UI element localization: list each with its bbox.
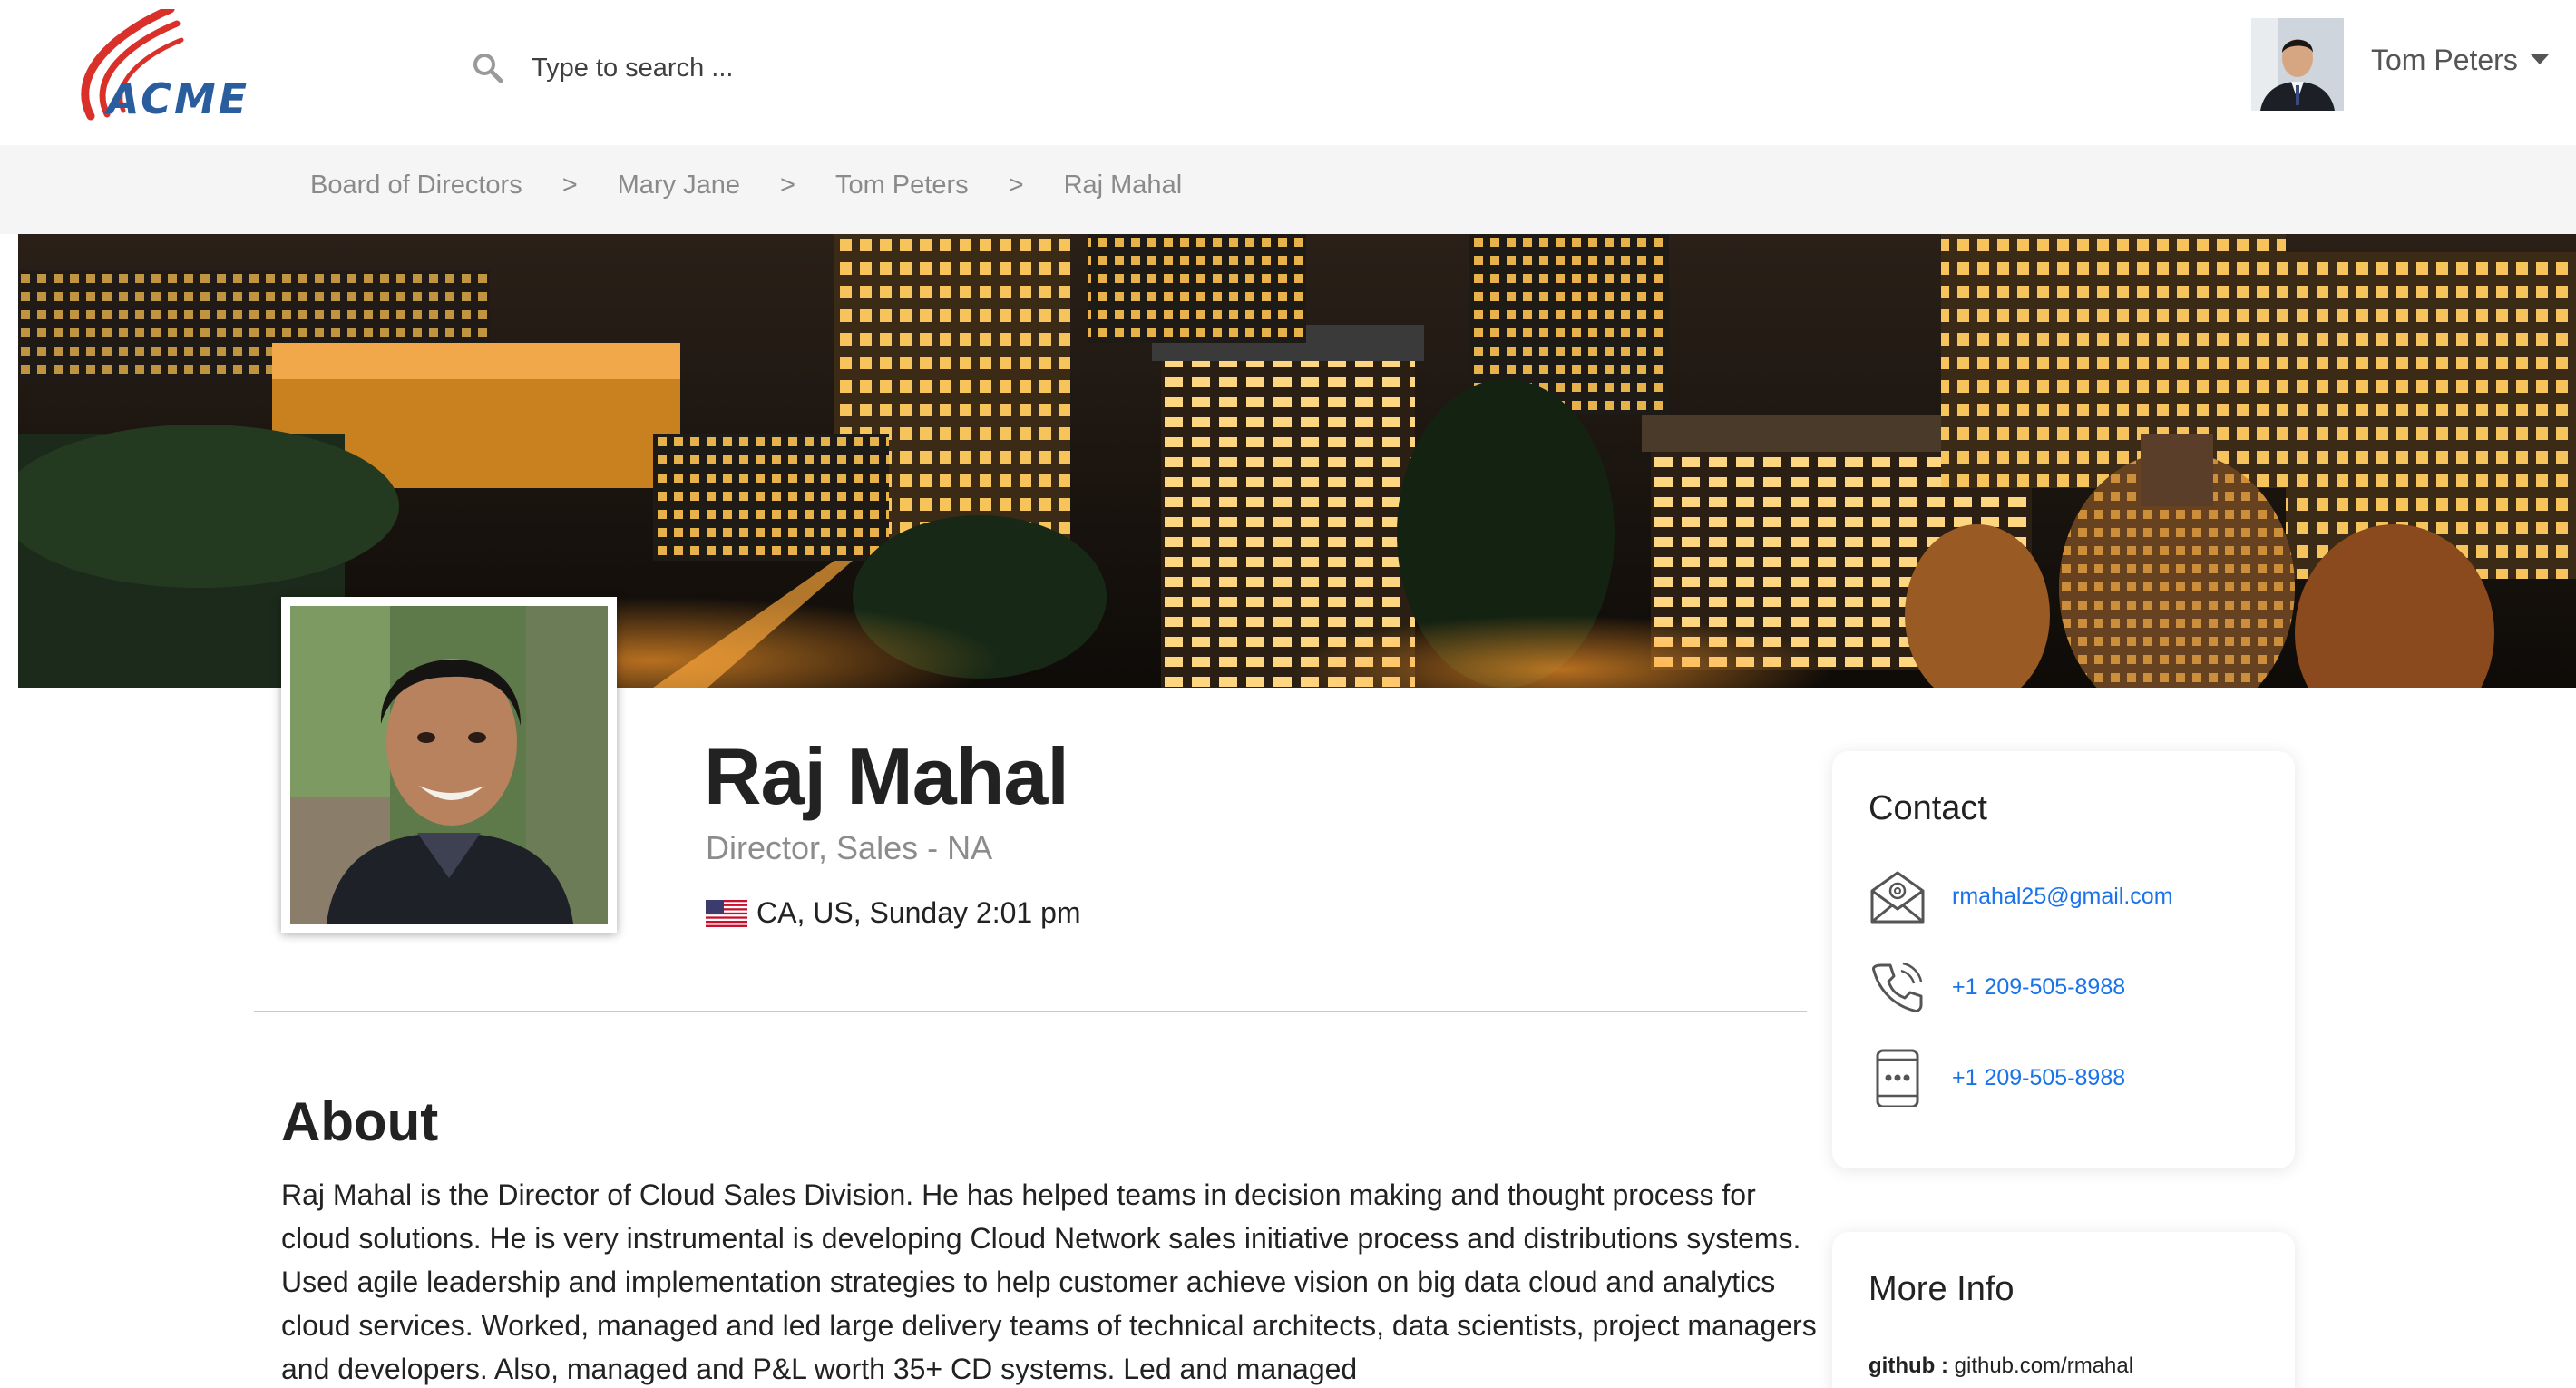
profile-photo[interactable] bbox=[281, 597, 617, 933]
more-info-title: More Info bbox=[1869, 1270, 2015, 1308]
github-value[interactable]: github.com/rmahal bbox=[1955, 1354, 2133, 1378]
breadcrumb-item-current[interactable]: Raj Mahal bbox=[1064, 171, 1183, 200]
phone-link[interactable]: +1 209-505-8988 bbox=[1952, 974, 2125, 1001]
contact-card: Contact rmahal25@gmail.com +1 209-505-89… bbox=[1832, 751, 2295, 1168]
profile-portrait bbox=[290, 606, 608, 924]
profile-location-text: CA, US, Sunday 2:01 pm bbox=[756, 896, 1081, 929]
search-bar bbox=[472, 45, 1076, 91]
breadcrumb: Board of Directors > Mary Jane > Tom Pet… bbox=[310, 171, 1182, 200]
us-flag-icon bbox=[706, 899, 747, 927]
more-info-card: More Info github : github.com/rmahal bbox=[1832, 1232, 2295, 1388]
breadcrumb-item[interactable]: Mary Jane bbox=[618, 171, 740, 200]
logo-text: ACME bbox=[107, 74, 250, 123]
about-text: Raj Mahal is the Director of Cloud Sales… bbox=[281, 1178, 1817, 1385]
phone-icon bbox=[1872, 962, 1923, 1012]
contact-email-row: rmahal25@gmail.com bbox=[1869, 867, 2173, 925]
user-photo bbox=[2251, 18, 2344, 111]
chevron-down-icon[interactable] bbox=[2531, 54, 2549, 64]
github-info-row: github : github.com/rmahal bbox=[1869, 1354, 2133, 1379]
acme-logo[interactable]: ACME bbox=[63, 5, 281, 127]
email-link[interactable]: rmahal25@gmail.com bbox=[1952, 884, 2173, 910]
profile-job-title: Director, Sales - NA bbox=[706, 829, 993, 866]
user-name[interactable]: Tom Peters bbox=[2371, 44, 2518, 77]
section-divider bbox=[254, 1011, 1807, 1012]
contact-mobile-row: +1 209-505-8988 bbox=[1869, 1049, 2125, 1107]
about-heading: About bbox=[281, 1091, 439, 1152]
github-label: github : bbox=[1869, 1354, 1948, 1378]
profile-name: Raj Mahal bbox=[704, 731, 1069, 821]
breadcrumb-separator: > bbox=[780, 171, 795, 200]
breadcrumb-separator: > bbox=[561, 171, 578, 200]
breadcrumb-item[interactable]: Tom Peters bbox=[835, 171, 969, 200]
email-envelope-icon bbox=[1870, 871, 1925, 924]
profile-location: CA, US, Sunday 2:01 pm bbox=[706, 896, 1081, 930]
breadcrumb-bar: Board of Directors > Mary Jane > Tom Pet… bbox=[0, 145, 2576, 234]
contact-card-title: Contact bbox=[1869, 789, 1987, 827]
mobile-link[interactable]: +1 209-505-8988 bbox=[1952, 1065, 2125, 1091]
search-icon[interactable] bbox=[472, 52, 504, 84]
search-input[interactable] bbox=[532, 53, 1076, 83]
mobile-phone-icon bbox=[1876, 1049, 1919, 1107]
contact-phone-row: +1 209-505-8988 bbox=[1869, 958, 2125, 1016]
breadcrumb-separator: > bbox=[1008, 171, 1024, 200]
user-avatar[interactable] bbox=[2251, 18, 2344, 111]
top-header: ACME Tom Peters bbox=[0, 0, 2576, 145]
breadcrumb-item[interactable]: Board of Directors bbox=[310, 171, 522, 200]
